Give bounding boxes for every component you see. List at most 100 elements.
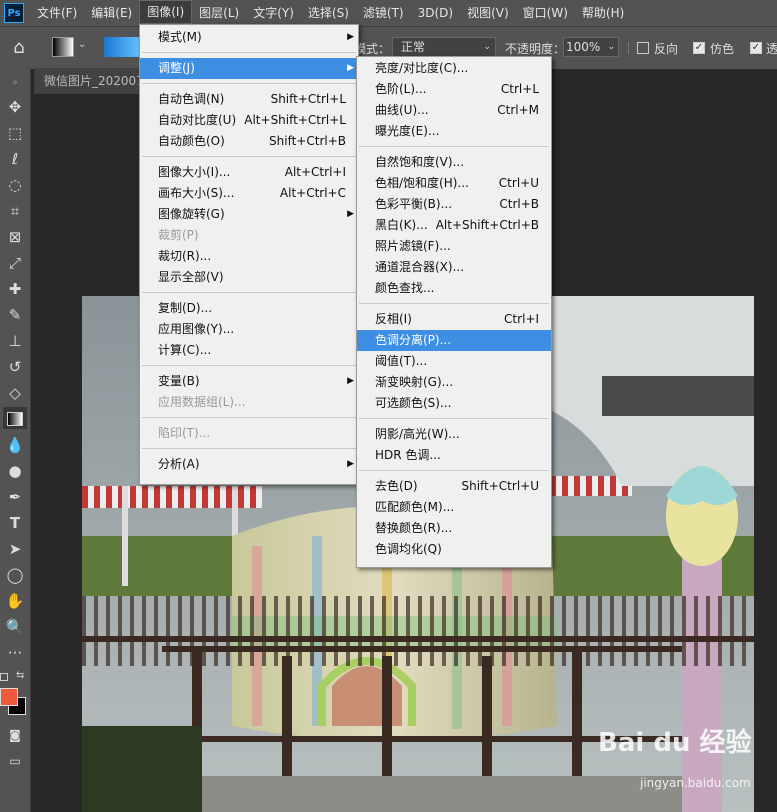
opacity-input[interactable]: 100% ⌄	[563, 37, 619, 57]
default-colors-icon[interactable]	[0, 673, 8, 681]
gradient-editor-bar[interactable]	[104, 37, 140, 57]
image-menu-item[interactable]: 应用图像(Y)...	[140, 319, 358, 340]
gradient-tool-icon[interactable]	[3, 407, 27, 429]
submenu-arrow-icon: ▶	[347, 209, 354, 219]
zoom-tool-icon[interactable]: 🔍	[3, 616, 27, 638]
menubar-item[interactable]: 文件(F)	[30, 0, 84, 26]
adjust-menu-item[interactable]: 亮度/对比度(C)...	[357, 58, 551, 79]
transparency-checkbox[interactable]	[750, 42, 762, 54]
reverse-checkbox[interactable]	[637, 42, 649, 54]
swap-colors-icon[interactable]: ⇆	[16, 670, 24, 681]
gradient-preset-swatch[interactable]	[52, 37, 74, 57]
image-menu-item[interactable]: 图像旋转(G) ▶	[140, 204, 358, 225]
menubar-item[interactable]: 图像(I)	[139, 0, 193, 24]
watermark-url: jingyan.baidu.com	[640, 776, 751, 790]
lasso-tool-icon[interactable]: ℓ	[3, 148, 27, 170]
pen-tool-icon[interactable]: ✒	[3, 486, 27, 508]
menubar-item[interactable]: 滤镜(T)	[356, 0, 411, 26]
opacity-value: 100%	[566, 40, 601, 54]
adjust-menu-item[interactable]: 匹配颜色(M)...	[357, 497, 551, 518]
ellipse-tool-icon[interactable]: ◯	[3, 564, 27, 586]
adjust-menu-item[interactable]: 阈值(T)...	[357, 351, 551, 372]
adjust-menu-item[interactable]: 色相/饱和度(H)... Ctrl+U	[357, 173, 551, 194]
adjust-menu-item[interactable]: 色调分离(P)...	[357, 330, 551, 351]
menubar-item[interactable]: 3D(D)	[411, 0, 460, 26]
type-tool-icon[interactable]: T	[3, 512, 27, 534]
adjust-menu-item[interactable]: 替换颜色(R)...	[357, 518, 551, 539]
mode-select[interactable]: 正常 ⌄	[392, 37, 496, 57]
document-tab[interactable]: 微信图片_202007	[34, 68, 144, 94]
foreground-color-swatch[interactable]	[0, 688, 18, 706]
healing-brush-tool-icon[interactable]: ✚	[3, 278, 27, 300]
clone-stamp-tool-icon[interactable]: ⊥	[3, 330, 27, 352]
blur-tool-icon[interactable]: 💧	[3, 434, 27, 456]
more-tools-icon[interactable]: ···	[3, 642, 27, 664]
adjust-menu-item-label: 反相(I)	[375, 312, 412, 326]
menu-separator	[142, 52, 356, 53]
adjust-menu-item[interactable]: 可选颜色(S)...	[357, 393, 551, 414]
shortcut-text: Alt+Shift+Ctrl+L	[244, 113, 346, 127]
menubar-item[interactable]: 图层(L)	[192, 0, 246, 26]
adjust-menu-item[interactable]: 渐变映射(G)...	[357, 372, 551, 393]
adjust-menu-item[interactable]: 黑白(K)... Alt+Shift+Ctrl+B	[357, 215, 551, 236]
menubar-item[interactable]: 视图(V)	[460, 0, 516, 26]
adjust-menu-item[interactable]: HDR 色调...	[357, 445, 551, 466]
panel-collapse-icon[interactable]: »	[3, 72, 27, 94]
screen-mode-icon[interactable]: ▭	[3, 750, 27, 772]
adjust-menu-item[interactable]: 去色(D) Shift+Ctrl+U	[357, 476, 551, 497]
adjust-menu-item[interactable]: 色调均化(Q)	[357, 539, 551, 560]
adjust-menu-item[interactable]: 曝光度(E)...	[357, 121, 551, 142]
image-menu-item-label: 自动对比度(U)	[158, 113, 237, 127]
image-menu-item[interactable]: 调整(J) ▶	[140, 58, 358, 79]
eyedropper-tool-icon[interactable]: ⤢	[3, 252, 27, 274]
adjust-menu-item[interactable]: 色阶(L)... Ctrl+L	[357, 79, 551, 100]
chevron-down-icon[interactable]: ⌄	[78, 39, 86, 50]
image-menu-item-label: 模式(M)	[158, 30, 202, 44]
image-menu-item[interactable]: 裁切(R)...	[140, 246, 358, 267]
quick-selection-tool-icon[interactable]: ◌	[3, 174, 27, 196]
adjust-menu-item[interactable]: 通道混合器(X)...	[357, 257, 551, 278]
menubar-item[interactable]: 帮助(H)	[575, 0, 631, 26]
shortcut-text: Ctrl+I	[504, 312, 539, 326]
adjust-menu-item[interactable]: 色彩平衡(B)... Ctrl+B	[357, 194, 551, 215]
image-menu-item[interactable]: 变量(B) ▶	[140, 371, 358, 392]
home-icon[interactable]: ⌂	[8, 38, 30, 58]
image-menu-item[interactable]: 复制(D)...	[140, 298, 358, 319]
image-menu-item[interactable]: 计算(C)...	[140, 340, 358, 361]
brush-tool-icon[interactable]: ✎	[3, 304, 27, 326]
image-menu-item[interactable]: 图像大小(I)... Alt+Ctrl+I	[140, 162, 358, 183]
image-menu-item[interactable]: 模式(M) ▶	[140, 27, 358, 48]
image-menu-item[interactable]: 自动色调(N) Shift+Ctrl+L	[140, 89, 358, 110]
image-menu-item[interactable]: 画布大小(S)... Alt+Ctrl+C	[140, 183, 358, 204]
adjust-menu-item[interactable]: 反相(I) Ctrl+I	[357, 309, 551, 330]
eraser-tool-icon[interactable]: ◇	[3, 382, 27, 404]
crop-tool-icon[interactable]: ⌗	[3, 200, 27, 222]
history-brush-tool-icon[interactable]: ↺	[3, 356, 27, 378]
path-selection-tool-icon[interactable]: ➤	[3, 538, 27, 560]
move-tool-icon[interactable]: ✥	[3, 96, 27, 118]
image-menu-item[interactable]: 自动对比度(U) Alt+Shift+Ctrl+L	[140, 110, 358, 131]
adjust-menu-item[interactable]: 阴影/高光(W)...	[357, 424, 551, 445]
adjust-menu-item[interactable]: 曲线(U)... Ctrl+M	[357, 100, 551, 121]
frame-tool-icon[interactable]: ⊠	[3, 226, 27, 248]
image-menu-item-label: 变量(B)	[158, 374, 200, 388]
menubar-item[interactable]: 选择(S)	[301, 0, 356, 26]
adjust-menu-item-label: 阈值(T)...	[375, 354, 428, 368]
adjust-menu-item[interactable]: 照片滤镜(F)...	[357, 236, 551, 257]
dither-checkbox[interactable]	[693, 42, 705, 54]
image-menu-item-label: 调整(J)	[158, 61, 195, 75]
adjust-menu-item[interactable]: 颜色查找...	[357, 278, 551, 299]
image-menu-item[interactable]: 分析(A) ▶	[140, 454, 358, 475]
marquee-tool-icon[interactable]: ⬚	[3, 122, 27, 144]
image-menu-item[interactable]: 自动颜色(O) Shift+Ctrl+B	[140, 131, 358, 152]
adjust-menu-item-label: 色调均化(Q)	[375, 542, 442, 556]
menubar-item[interactable]: 文字(Y)	[246, 0, 301, 26]
menubar-item[interactable]: 编辑(E)	[84, 0, 139, 26]
adjust-menu-item-label: 曝光度(E)...	[375, 124, 440, 138]
hand-tool-icon[interactable]: ✋	[3, 590, 27, 612]
dodge-tool-icon[interactable]: ●	[3, 460, 27, 482]
adjust-menu-item[interactable]: 自然饱和度(V)...	[357, 152, 551, 173]
quick-mask-icon[interactable]: ◙	[3, 724, 27, 746]
menubar-item[interactable]: 窗口(W)	[516, 0, 575, 26]
image-menu-item[interactable]: 显示全部(V)	[140, 267, 358, 288]
